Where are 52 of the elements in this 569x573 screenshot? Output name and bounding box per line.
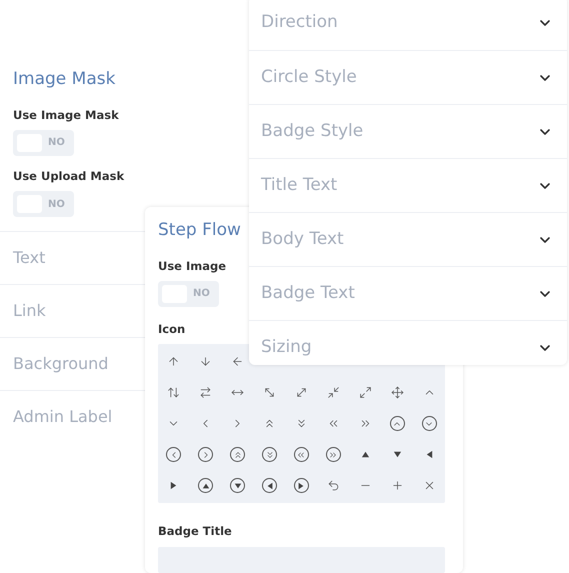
toggle-switch[interactable]: NO xyxy=(13,130,74,156)
arrows-right-left-icon[interactable] xyxy=(199,386,212,399)
circle-chevrons-left-icon[interactable] xyxy=(294,447,309,462)
circle-chevron-left-icon[interactable] xyxy=(166,447,182,462)
circle-triangle-down-icon[interactable] xyxy=(230,478,246,493)
circle-triangle-right-icon[interactable] xyxy=(294,478,309,493)
accordion-header[interactable]: Badge Text xyxy=(249,266,567,320)
toggle-switch[interactable]: NO xyxy=(13,191,74,217)
circle-chevrons-down-icon[interactable] xyxy=(262,447,278,462)
triangle-down-icon[interactable] xyxy=(392,450,402,459)
expand-icon[interactable] xyxy=(358,386,372,399)
field-label: Icon xyxy=(158,320,186,338)
circle-chevron-up-icon[interactable] xyxy=(390,416,405,431)
circle-chevron-right-icon[interactable] xyxy=(198,447,214,462)
triangle-left-icon[interactable] xyxy=(424,450,434,459)
arrow-left-icon[interactable] xyxy=(231,355,244,368)
plus-icon[interactable] xyxy=(390,479,404,492)
accordion-header[interactable]: Circle Style xyxy=(249,50,567,104)
field-label: Use Image xyxy=(158,258,228,274)
accordion-header[interactable]: Badge Style xyxy=(249,104,567,158)
diagonal-nw-se-icon[interactable] xyxy=(263,386,276,399)
field-label: Badge Title xyxy=(158,523,233,540)
field-label: Use Image Mask xyxy=(13,106,120,124)
move-icon[interactable] xyxy=(390,386,404,399)
accordion-header[interactable]: Body Text xyxy=(249,212,567,266)
toggle-state: NO xyxy=(48,136,65,150)
circle-chevrons-right-icon[interactable] xyxy=(326,447,341,462)
field-label: Use Upload Mask xyxy=(13,168,126,185)
arrow-down-icon[interactable] xyxy=(199,355,212,368)
section-header[interactable]: Admin Label xyxy=(13,405,112,429)
circle-chevrons-up-icon[interactable] xyxy=(230,447,246,462)
undo-icon[interactable] xyxy=(326,479,340,492)
section-header[interactable]: Background xyxy=(13,352,108,376)
toggle-state: NO xyxy=(48,198,65,212)
accordion-header[interactable]: Sizing xyxy=(249,320,567,374)
section-header[interactable]: Link xyxy=(13,299,46,323)
panel-title: Step Flow xyxy=(158,219,241,242)
circle-triangle-up-icon[interactable] xyxy=(198,478,214,493)
section-header[interactable]: Text xyxy=(13,246,46,270)
toggle-switch[interactable]: NO xyxy=(158,280,219,307)
triangle-right-icon[interactable] xyxy=(169,481,178,490)
circle-triangle-left-icon[interactable] xyxy=(262,478,278,493)
triangle-up-icon[interactable] xyxy=(360,450,370,459)
circle-chevron-down-icon[interactable] xyxy=(422,416,437,431)
arrows-up-down-icon[interactable] xyxy=(167,386,180,399)
toggle-state: NO xyxy=(193,287,210,302)
compress-icon[interactable] xyxy=(326,386,340,399)
arrow-up-icon[interactable] xyxy=(167,355,180,368)
diagonal-ne-sw-icon[interactable] xyxy=(294,386,308,399)
panel-title: Image Mask xyxy=(13,68,116,91)
accordion-header[interactable]: Direction xyxy=(249,0,567,50)
accordion-header[interactable]: Title Text xyxy=(249,158,567,212)
